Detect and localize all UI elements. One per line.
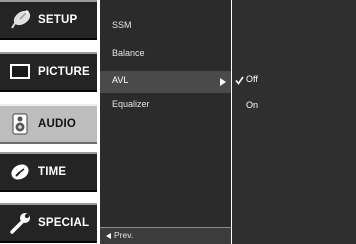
sidebar-item-label: TIME [38,166,67,178]
option-on[interactable]: On [232,98,356,116]
sidebar-item-label: SPECIAL [38,217,90,229]
sidebar-item-label: PICTURE [38,66,90,78]
satellite-dish-icon [11,10,31,29]
menu-item-balance[interactable]: Balance [100,44,231,66]
menu-item-label: Equalizer [112,99,150,109]
menu-item-avl[interactable]: AVL [100,71,231,93]
main-menu-sidebar: SETUP PICTURE AUDIO TIME SPECIAL [0,0,97,244]
arrow-right-icon [220,78,226,86]
menu-item-label: Balance [112,48,145,58]
avl-options-panel: Off On [232,0,356,244]
menu-item-label: AVL [112,75,129,85]
tv-screen-icon [10,64,30,79]
checkmark-icon [235,76,244,85]
sidebar-item-picture[interactable]: PICTURE [0,52,97,92]
sidebar-item-setup[interactable]: SETUP [0,0,97,40]
option-off[interactable]: Off [232,72,356,90]
sidebar-item-time[interactable]: TIME [0,152,97,192]
prev-label: Prev. [114,230,134,240]
wrench-icon [10,213,30,234]
menu-item-ssm[interactable]: SSM [100,16,231,38]
audio-submenu: SSM Balance AVL Equalizer Prev. [100,0,231,244]
clock-icon [11,164,29,180]
sidebar-item-audio[interactable]: AUDIO [0,104,97,144]
menu-item-label: SSM [112,20,132,30]
option-label: On [246,100,259,110]
sidebar-item-label: AUDIO [38,118,77,130]
arrow-left-icon [106,233,111,239]
sidebar-item-special[interactable]: SPECIAL [0,203,97,243]
prev-button[interactable]: Prev. [100,227,231,244]
tv-osd-menu: SETUP PICTURE AUDIO TIME SPECIAL SSM Bal… [0,0,356,244]
option-label: Off [246,74,258,84]
sidebar-item-label: SETUP [38,14,78,26]
speaker-icon [12,113,28,135]
menu-item-equalizer[interactable]: Equalizer [100,95,231,117]
